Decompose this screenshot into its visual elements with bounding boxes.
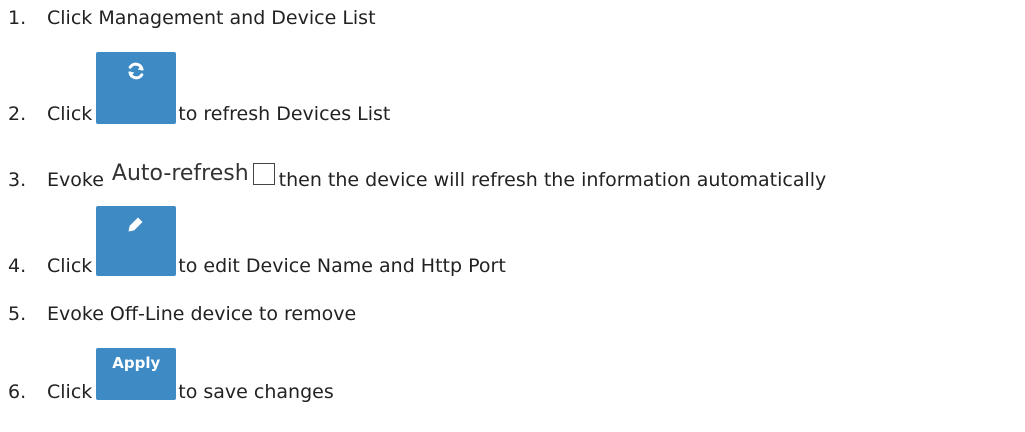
step-text-pre: Click — [47, 103, 93, 125]
step-1: 1. Click Management and Device List — [8, 6, 376, 30]
step-text-post: then the device will refresh the informa… — [278, 169, 827, 191]
auto-refresh-label: Auto-refresh — [111, 161, 249, 186]
step-5: 5. Evoke Off-Line device to remove — [8, 302, 356, 326]
apply-button-label: Apply — [112, 354, 161, 372]
step-number: 2. — [8, 103, 27, 125]
step-number: 3. — [8, 169, 27, 191]
step-text: Click Management and Device List — [47, 7, 376, 29]
step-number: 5. — [8, 303, 27, 325]
refresh-button[interactable] — [96, 52, 177, 124]
auto-refresh-control[interactable]: Auto-refresh — [112, 162, 275, 186]
step-6: 6. Click Apply to save changes — [8, 348, 334, 404]
step-text-pre: Click — [47, 255, 93, 277]
auto-refresh-checkbox[interactable] — [252, 163, 275, 185]
step-2: 2. Click to refresh Devices List — [8, 52, 390, 126]
step-text: Evoke Off-Line device to remove — [47, 303, 357, 325]
step-text-pre: Click — [47, 381, 93, 403]
step-number: 6. — [8, 381, 27, 403]
step-3: 3. Evoke Auto-refresh then the device wi… — [8, 162, 826, 192]
step-number: 1. — [8, 7, 27, 29]
step-text-post: to save changes — [178, 381, 334, 403]
step-4: 4. Click to edit Device Name and Http Po… — [8, 206, 506, 278]
apply-button[interactable]: Apply — [96, 348, 177, 400]
edit-button[interactable] — [96, 206, 177, 276]
pencil-icon — [128, 217, 143, 232]
refresh-icon — [128, 62, 144, 80]
step-text-post: to refresh Devices List — [178, 103, 391, 125]
step-text-pre: Evoke — [47, 169, 104, 191]
step-number: 4. — [8, 255, 27, 277]
step-text-post: to edit Device Name and Http Port — [178, 255, 506, 277]
